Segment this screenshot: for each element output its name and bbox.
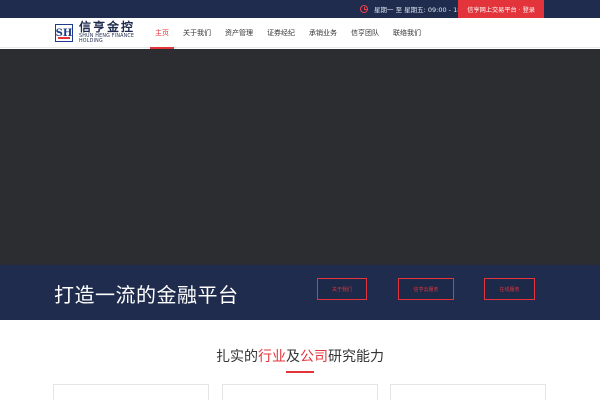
section-title: 扎实的行业及公司研究能力: [0, 346, 600, 366]
nav-item-label: 信亨团队: [351, 29, 379, 37]
section-title-middle: 及: [286, 349, 300, 365]
section-title-highlight-industry: 行业: [258, 349, 286, 365]
nav-item-label: 关于我们: [183, 29, 211, 37]
research-card[interactable]: [222, 384, 378, 400]
nav-item-underwriting[interactable]: 承销业务: [302, 18, 344, 48]
nav-item-home[interactable]: 主页: [148, 18, 176, 49]
about-us-button-label: 关于我们: [331, 286, 352, 293]
research-card[interactable]: [53, 384, 209, 400]
cloud-service-button[interactable]: 信亨云服务: [398, 278, 454, 300]
nav-item-securities-brokerage[interactable]: 证券经纪: [260, 18, 302, 48]
top-bar: 星期一 至 星期五: 09:00 - 18:00 信亨网上交易平台 · 登录: [0, 0, 600, 18]
cloud-service-button-label: 信亨云服务: [413, 286, 439, 293]
online-service-button-label: 在线服务: [499, 286, 520, 293]
hero-area: [0, 49, 600, 265]
about-us-button[interactable]: 关于我们: [317, 278, 367, 300]
nav-item-about[interactable]: 关于我们: [176, 18, 218, 48]
research-card[interactable]: [390, 384, 546, 400]
online-trading-login-label: 信亨网上交易平台 · 登录: [467, 6, 535, 14]
nav-item-label: 主页: [155, 29, 169, 37]
clock-icon: [360, 5, 368, 13]
online-trading-login-button[interactable]: 信亨网上交易平台 · 登录: [458, 0, 544, 18]
main-navigation: 主页 关于我们 资产管理 证券经纪 承销业务 信亨团队 联络我们: [148, 18, 428, 49]
logo-mark: SH: [55, 24, 73, 42]
company-logo[interactable]: SH 信亨金控 SHUN HENG FINANCE HOLDING: [55, 21, 150, 45]
slogan-title: 打造一流的金融平台: [54, 283, 239, 307]
nav-item-label: 联络我们: [393, 29, 421, 37]
header: SH 信亨金控 SHUN HENG FINANCE HOLDING 主页 关于我…: [0, 18, 600, 49]
research-cards: [53, 384, 546, 400]
logo-english-name: SHUN HENG FINANCE HOLDING: [79, 34, 135, 44]
nav-item-contact[interactable]: 联络我们: [386, 18, 428, 48]
section-title-prefix: 扎实的: [216, 349, 258, 365]
business-hours-text: 星期一 至 星期五: 09:00 - 18:00: [374, 6, 472, 14]
nav-item-label: 资产管理: [225, 29, 253, 37]
business-hours: 星期一 至 星期五: 09:00 - 18:00: [360, 0, 472, 18]
nav-item-asset-management[interactable]: 资产管理: [218, 18, 260, 48]
nav-item-label: 证券经纪: [267, 29, 295, 37]
online-service-button[interactable]: 在线服务: [484, 278, 535, 300]
logo-mark-text: SH: [55, 27, 73, 39]
nav-item-label: 承销业务: [309, 29, 337, 37]
section-title-suffix: 研究能力: [328, 349, 384, 365]
logo-chinese-name: 信亨金控: [79, 20, 136, 35]
logo-text: 信亨金控 SHUN HENG FINANCE HOLDING: [79, 21, 150, 45]
section-title-highlight-company: 公司: [300, 349, 328, 365]
nav-item-team[interactable]: 信亨团队: [344, 18, 386, 48]
section-title-underline: [286, 371, 314, 373]
